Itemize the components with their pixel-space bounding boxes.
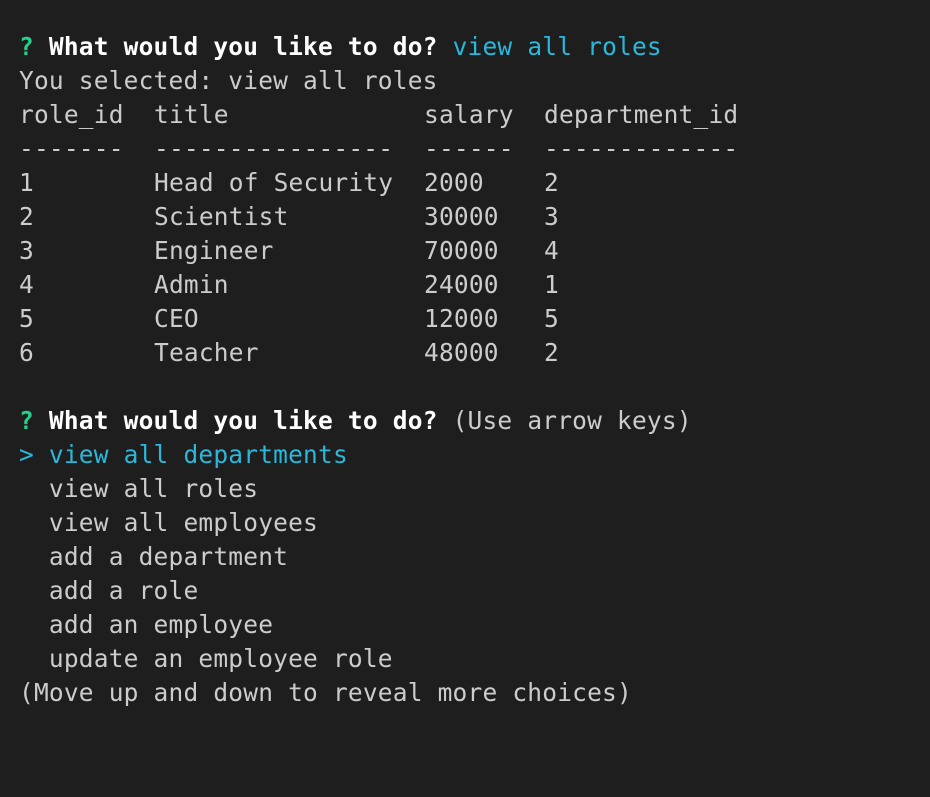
menu-choice-label: add an employee — [48, 610, 274, 639]
cell-role-id: 4 — [19, 270, 34, 299]
cell-title: Admin — [154, 270, 229, 299]
second-prompt-line: ? What would you like to do? (Use arrow … — [19, 404, 930, 438]
prompt-hint: (Use arrow keys) — [452, 406, 692, 435]
cell-role-id: 5 — [19, 304, 34, 333]
table-row: 1 Head of Security 2000 2 — [19, 166, 930, 200]
prompt-question: What would you like to do? — [48, 32, 438, 61]
terminal-window[interactable]: ? What would you like to do? view all ro… — [0, 0, 930, 797]
cell-title: Head of Security — [154, 168, 394, 197]
prompt-question-mark: ? — [19, 32, 34, 61]
cell-department-id: 5 — [544, 304, 559, 333]
first-prompt-line: ? What would you like to do? view all ro… — [19, 30, 930, 64]
separator-title: ---------------- — [154, 134, 394, 163]
menu-choice-view-all-departments[interactable]: > view all departments — [19, 438, 930, 472]
cell-salary: 48000 — [424, 338, 499, 367]
table-row: 3 Engineer 70000 4 — [19, 234, 930, 268]
menu-choice-label: add a department — [48, 542, 289, 571]
cell-role-id: 6 — [19, 338, 34, 367]
cell-title: Engineer — [154, 236, 274, 265]
cell-department-id: 2 — [544, 168, 559, 197]
selection-pointer-icon: > — [19, 440, 34, 469]
menu-choice-label: view all employees — [48, 508, 319, 537]
menu-choice-update-an-employee-role[interactable]: update an employee role — [19, 642, 930, 676]
menu-choice-label: update an employee role — [48, 644, 393, 673]
header-role-id: role_id — [19, 100, 124, 129]
more-choices-hint: (Move up and down to reveal more choices… — [19, 678, 632, 707]
cell-title: Scientist — [154, 202, 289, 231]
menu-choice-add-a-department[interactable]: add a department — [19, 540, 930, 574]
menu-choice-view-all-roles[interactable]: view all roles — [19, 472, 930, 506]
selection-echo: You selected: view all roles — [19, 66, 438, 95]
header-salary: salary — [424, 100, 514, 129]
cell-role-id: 3 — [19, 236, 34, 265]
cell-department-id: 4 — [544, 236, 559, 265]
separator-role-id: ------- — [19, 134, 124, 163]
cell-role-id: 2 — [19, 202, 34, 231]
separator-department-id: ------------- — [544, 134, 739, 163]
header-department-id: department_id — [544, 100, 739, 129]
cell-department-id: 2 — [544, 338, 559, 367]
cell-salary: 30000 — [424, 202, 499, 231]
menu-choice-label: view all departments — [48, 440, 348, 469]
menu-choice-view-all-employees[interactable]: view all employees — [19, 506, 930, 540]
table-row: 5 CEO 12000 5 — [19, 302, 930, 336]
table-row: 4 Admin 24000 1 — [19, 268, 930, 302]
menu-choice-add-an-employee[interactable]: add an employee — [19, 608, 930, 642]
table-row: 6 Teacher 48000 2 — [19, 336, 930, 370]
cell-salary: 70000 — [424, 236, 499, 265]
table-separator-row: ------- ---------------- ------ -----------… — [19, 132, 930, 166]
cell-title: CEO — [154, 304, 199, 333]
cell-title: Teacher — [154, 338, 259, 367]
table-row: 2 Scientist 30000 3 — [19, 200, 930, 234]
cell-salary: 12000 — [424, 304, 499, 333]
table-header-row: role_id title salary department_id — [19, 98, 930, 132]
prompt-question-mark: ? — [19, 406, 34, 435]
menu-choice-label: add a role — [48, 576, 199, 605]
cell-role-id: 1 — [19, 168, 34, 197]
menu-choice-add-a-role[interactable]: add a role — [19, 574, 930, 608]
cell-salary: 2000 — [424, 168, 484, 197]
separator-salary: ------ — [424, 134, 514, 163]
cell-department-id: 3 — [544, 202, 559, 231]
prompt-question: What would you like to do? — [48, 406, 438, 435]
prompt-answer: view all roles — [452, 32, 662, 61]
header-title: title — [154, 100, 229, 129]
menu-choice-label: view all roles — [48, 474, 259, 503]
cell-department-id: 1 — [544, 270, 559, 299]
cell-salary: 24000 — [424, 270, 499, 299]
